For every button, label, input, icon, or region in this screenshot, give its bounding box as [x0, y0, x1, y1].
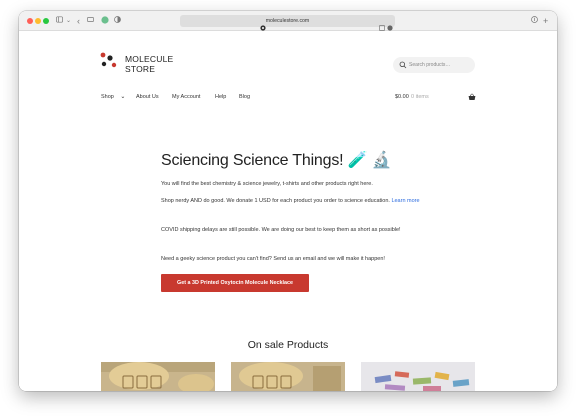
hero-paragraph-1: You will find the best chemistry & scien… [161, 181, 373, 187]
nav-item-about-us[interactable]: About Us [136, 93, 159, 101]
search-placeholder: Search products… [409, 62, 451, 68]
logo-line-1: MOLECULE [125, 54, 174, 64]
logo-line-2: STORE [125, 64, 156, 74]
chevron-down-icon[interactable]: ⌄ [66, 16, 71, 26]
nav-item-my-account[interactable]: My Account [172, 93, 200, 101]
new-tab-icon[interactable]: + [543, 16, 548, 26]
address-text: moleculestore.com [265, 18, 310, 24]
nav-item-help[interactable]: Help [215, 93, 226, 101]
hero-paragraph-3: COVID shipping delays are still possible… [161, 227, 401, 233]
nav-label-shop: Shop [101, 94, 114, 100]
close-window-button[interactable] [27, 18, 33, 24]
address-bar[interactable]: moleculestore.com [180, 15, 395, 31]
minimize-window-button[interactable] [35, 18, 41, 24]
nav-item-blog[interactable]: Blog [239, 93, 250, 101]
nav-item-shop[interactable]: Shop ⌄ [101, 93, 125, 101]
browser-window: ⌄ ‹ moleculestore.com + MOLECULE STORE S… [19, 11, 557, 391]
molecule-logo-icon[interactable] [99, 50, 121, 70]
basket-icon[interactable] [468, 93, 476, 101]
product-image-1[interactable] [101, 362, 215, 391]
cta-button[interactable]: Get a 3D Printed Oxytocin Molecule Neckl… [161, 274, 309, 292]
sidebar-toggle-icon[interactable] [56, 16, 63, 26]
search-icon [399, 61, 407, 69]
privacy-shield-icon[interactable] [114, 16, 121, 26]
hero-paragraph-2: Shop nerdy AND do good. We donate 1 USD … [161, 196, 431, 206]
browser-toolbar: ⌄ ‹ moleculestore.com + [19, 11, 557, 31]
site-logo-text[interactable]: MOLECULE STORE [125, 54, 173, 74]
back-arrow-icon[interactable]: ‹ [77, 16, 80, 26]
learn-more-link[interactable]: Learn more [391, 198, 419, 204]
zoom-window-button[interactable] [43, 18, 49, 24]
on-sale-heading: On sale Products [247, 339, 329, 351]
extension-icon[interactable] [101, 16, 109, 27]
cart-item-count[interactable]: 0 items [411, 93, 429, 101]
product-image-3[interactable] [361, 362, 475, 391]
tab-overview-icon[interactable] [87, 16, 94, 26]
hero-paragraph-4: Need a geeky science product you can't f… [161, 256, 385, 262]
hero-paragraph-2-text: Shop nerdy AND do good. We donate 1 USD … [161, 198, 390, 204]
hero-title: Sciencing Science Things! 🧪 🔬 [161, 152, 392, 169]
product-image-2[interactable] [231, 362, 345, 391]
product-search-input[interactable]: Search products… [393, 57, 475, 73]
download-icon[interactable] [531, 16, 538, 26]
cart-total[interactable]: $0.00 [395, 93, 409, 101]
chevron-down-icon: ⌄ [120, 94, 126, 100]
web-page: MOLECULE STORE Search products… Shop ⌄ A… [19, 32, 557, 391]
